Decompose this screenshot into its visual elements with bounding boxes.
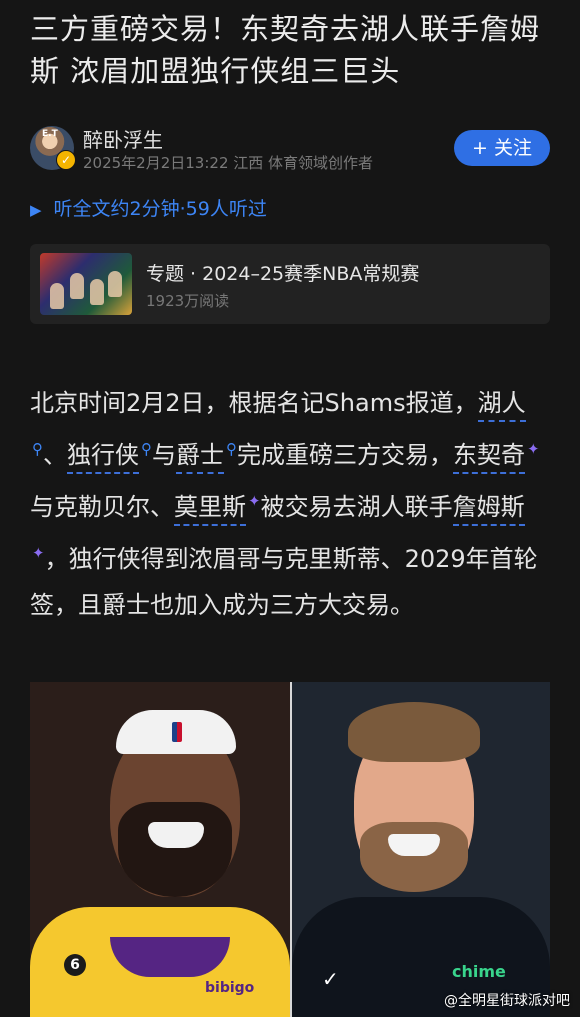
author-name[interactable]: 醉卧浮生 — [83, 124, 163, 153]
jersey-sponsor: chime — [452, 962, 506, 981]
entity-link-doncic[interactable]: 东契奇 — [453, 441, 525, 474]
topic-title: 专题 · 2024–25赛季NBA常规赛 — [146, 263, 420, 285]
body-text: 与克勒贝尔、 — [30, 493, 174, 521]
follow-button[interactable]: + 关注 — [454, 130, 550, 166]
search-icon[interactable]: ⚲ — [141, 440, 152, 458]
body-text: 被交易去湖人联手 — [260, 493, 453, 521]
topic-thumbnail — [40, 253, 132, 315]
nba-logo-icon — [172, 722, 182, 742]
body-text: 北京时间2月2日，根据名记Shams报道， — [30, 389, 478, 417]
author-meta: 2025年2月2日13:22 江西 体育领域创作者 — [83, 154, 374, 172]
avatar-text: E.T — [42, 129, 58, 139]
search-icon[interactable]: ⚲ — [32, 440, 43, 458]
body-text: 与 — [152, 441, 176, 469]
photo-doncic[interactable]: ✓ chime — [292, 682, 550, 1017]
player-smile — [148, 822, 204, 848]
watermark: @全明星街球派对吧 — [444, 993, 570, 1009]
topic-card[interactable]: 专题 · 2024–25赛季NBA常规赛 1923万阅读 — [30, 244, 550, 324]
listen-text: 听全文约2分钟·59人听过 — [53, 198, 267, 220]
body-text: 、 — [43, 441, 67, 469]
author-bar: E.T ✓ 醉卧浮生 2025年2月2日13:22 江西 体育领域创作者 + 关… — [30, 124, 550, 176]
play-triangle-icon: ▶ — [30, 201, 42, 219]
entity-link-lakers[interactable]: 湖人 — [477, 389, 526, 422]
article-title: 三方重磅交易！东契奇去湖人联手詹姆斯 浓眉加盟独行侠组三巨头 — [30, 12, 541, 88]
listen-audio-link[interactable]: ▶ 听全文约2分钟·59人听过 — [30, 194, 267, 221]
photo-davis[interactable]: 6 bibigo — [30, 682, 290, 1017]
player-smile — [388, 834, 440, 856]
player-beard — [360, 822, 468, 892]
search-icon[interactable]: ⚲ — [226, 440, 237, 458]
body-text: ，独行侠得到浓眉哥与克里斯蒂、2029年首轮签，且爵士也加入成为三方大交易。 — [30, 545, 538, 619]
verified-badge-icon: ✓ — [56, 150, 76, 170]
sparkle-icon[interactable]: ✦ — [527, 440, 540, 458]
topic-reads: 1923万阅读 — [146, 292, 230, 310]
entity-link-morris[interactable]: 莫里斯 — [174, 493, 246, 526]
sparkle-icon[interactable]: ✦ — [248, 492, 261, 510]
body-text: 完成重磅三方交易， — [237, 441, 453, 469]
article-body: 北京时间2月2日，根据名记Shams报道，湖人⚲、独行侠 ⚲与爵士 ⚲完成重磅三方交… — [30, 380, 560, 628]
entity-link-mavericks[interactable]: 独行侠 — [67, 441, 139, 474]
player-beard — [118, 802, 232, 897]
entity-link-james[interactable]: 詹姆斯 — [452, 493, 525, 526]
entity-link-jazz[interactable]: 爵士 — [176, 441, 224, 474]
player-hair — [348, 702, 480, 762]
nike-swoosh-icon: ✓ — [322, 967, 339, 991]
headband — [116, 710, 236, 754]
jersey-number: 6 — [64, 954, 86, 976]
sparkle-icon[interactable]: ✦ — [32, 544, 45, 562]
jersey-sponsor: bibigo — [205, 980, 255, 996]
